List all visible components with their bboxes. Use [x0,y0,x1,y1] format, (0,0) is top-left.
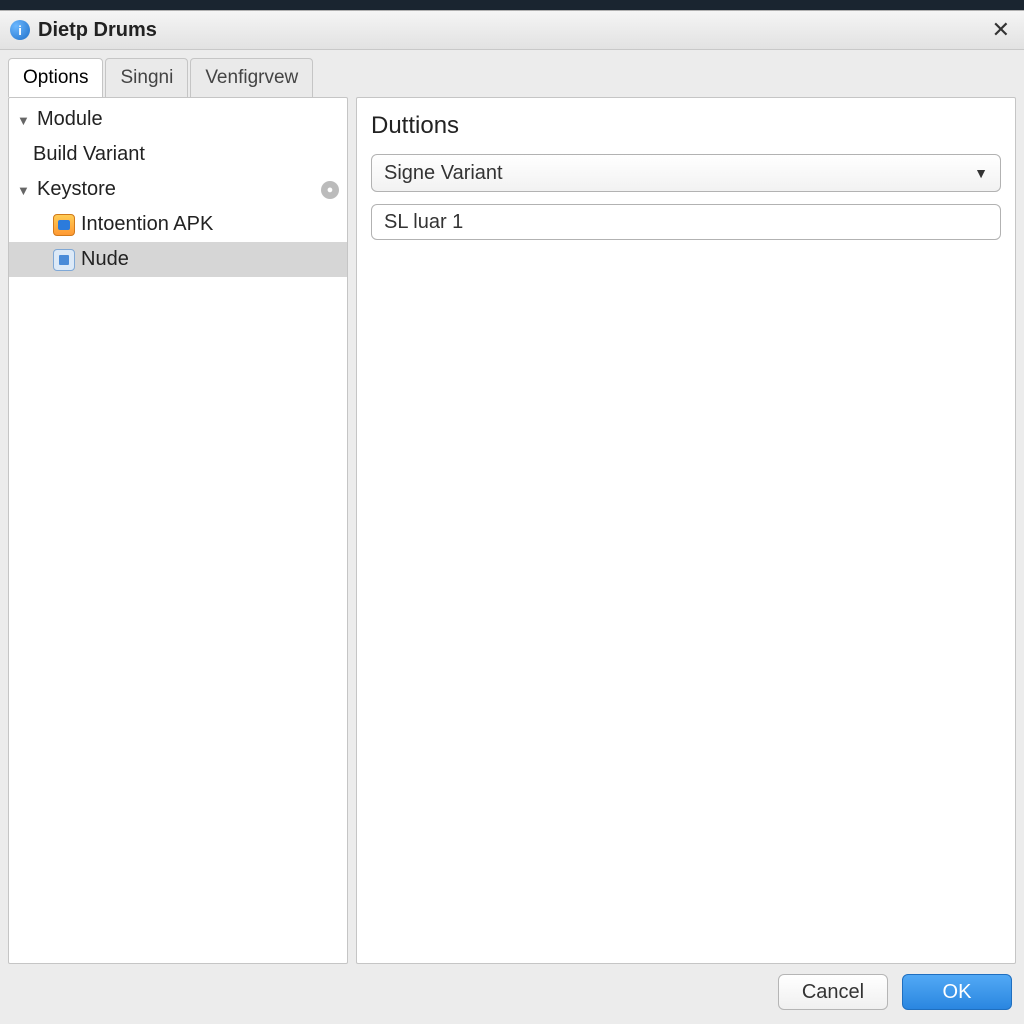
titlebar: i Dietp Drums ✕ [0,11,1024,50]
apk-icon [53,214,75,236]
tree-item-label: Nude [81,248,129,271]
section-heading: Duttions [371,112,1001,140]
cancel-button[interactable]: Cancel [778,974,888,1010]
tree-module[interactable]: ▼ Module [9,102,347,137]
tab-options[interactable]: Options [8,58,103,97]
tree-keystore-label: Keystore [37,178,116,201]
tree-item-apk[interactable]: Intoention APK [9,207,347,242]
tree-module-label: Module [37,108,103,131]
variant-combo-value: Signe Variant [384,162,503,185]
content-panel: Duttions Signe Variant ▼ [356,97,1016,964]
tree-panel: ▼ Module Build Variant ▼ Keystore ● Into… [8,97,348,964]
close-icon[interactable]: ✕ [988,17,1014,43]
info-icon: i [10,20,30,40]
dialog-footer: Cancel OK [0,964,1024,1024]
chevron-down-icon: ▼ [17,183,31,197]
tree-build-variant[interactable]: Build Variant [9,137,347,172]
node-icon [53,249,75,271]
tree-item-nude[interactable]: Nude [9,242,347,277]
panels: ▼ Module Build Variant ▼ Keystore ● Into… [8,97,1016,964]
sl-luar-input[interactable] [371,204,1001,240]
tree-keystore[interactable]: ▼ Keystore ● [9,172,347,207]
chevron-down-icon: ▼ [17,113,31,127]
tabs-row: Options Singni Venfigrvew [0,50,1024,97]
tree-item-label: Intoention APK [81,213,213,236]
triangle-down-icon: ▼ [974,165,988,181]
dot-icon: ● [321,181,339,199]
tab-singni[interactable]: Singni [105,58,188,97]
app-topbar [0,0,1024,10]
ok-button[interactable]: OK [902,974,1012,1010]
variant-combo[interactable]: Signe Variant ▼ [371,154,1001,192]
tree-build-variant-label: Build Variant [33,143,145,166]
dialog-window: i Dietp Drums ✕ Options Singni Venfigrve… [0,10,1024,1024]
window-title: Dietp Drums [38,19,157,42]
tab-venfigrvew[interactable]: Venfigrvew [190,58,313,97]
